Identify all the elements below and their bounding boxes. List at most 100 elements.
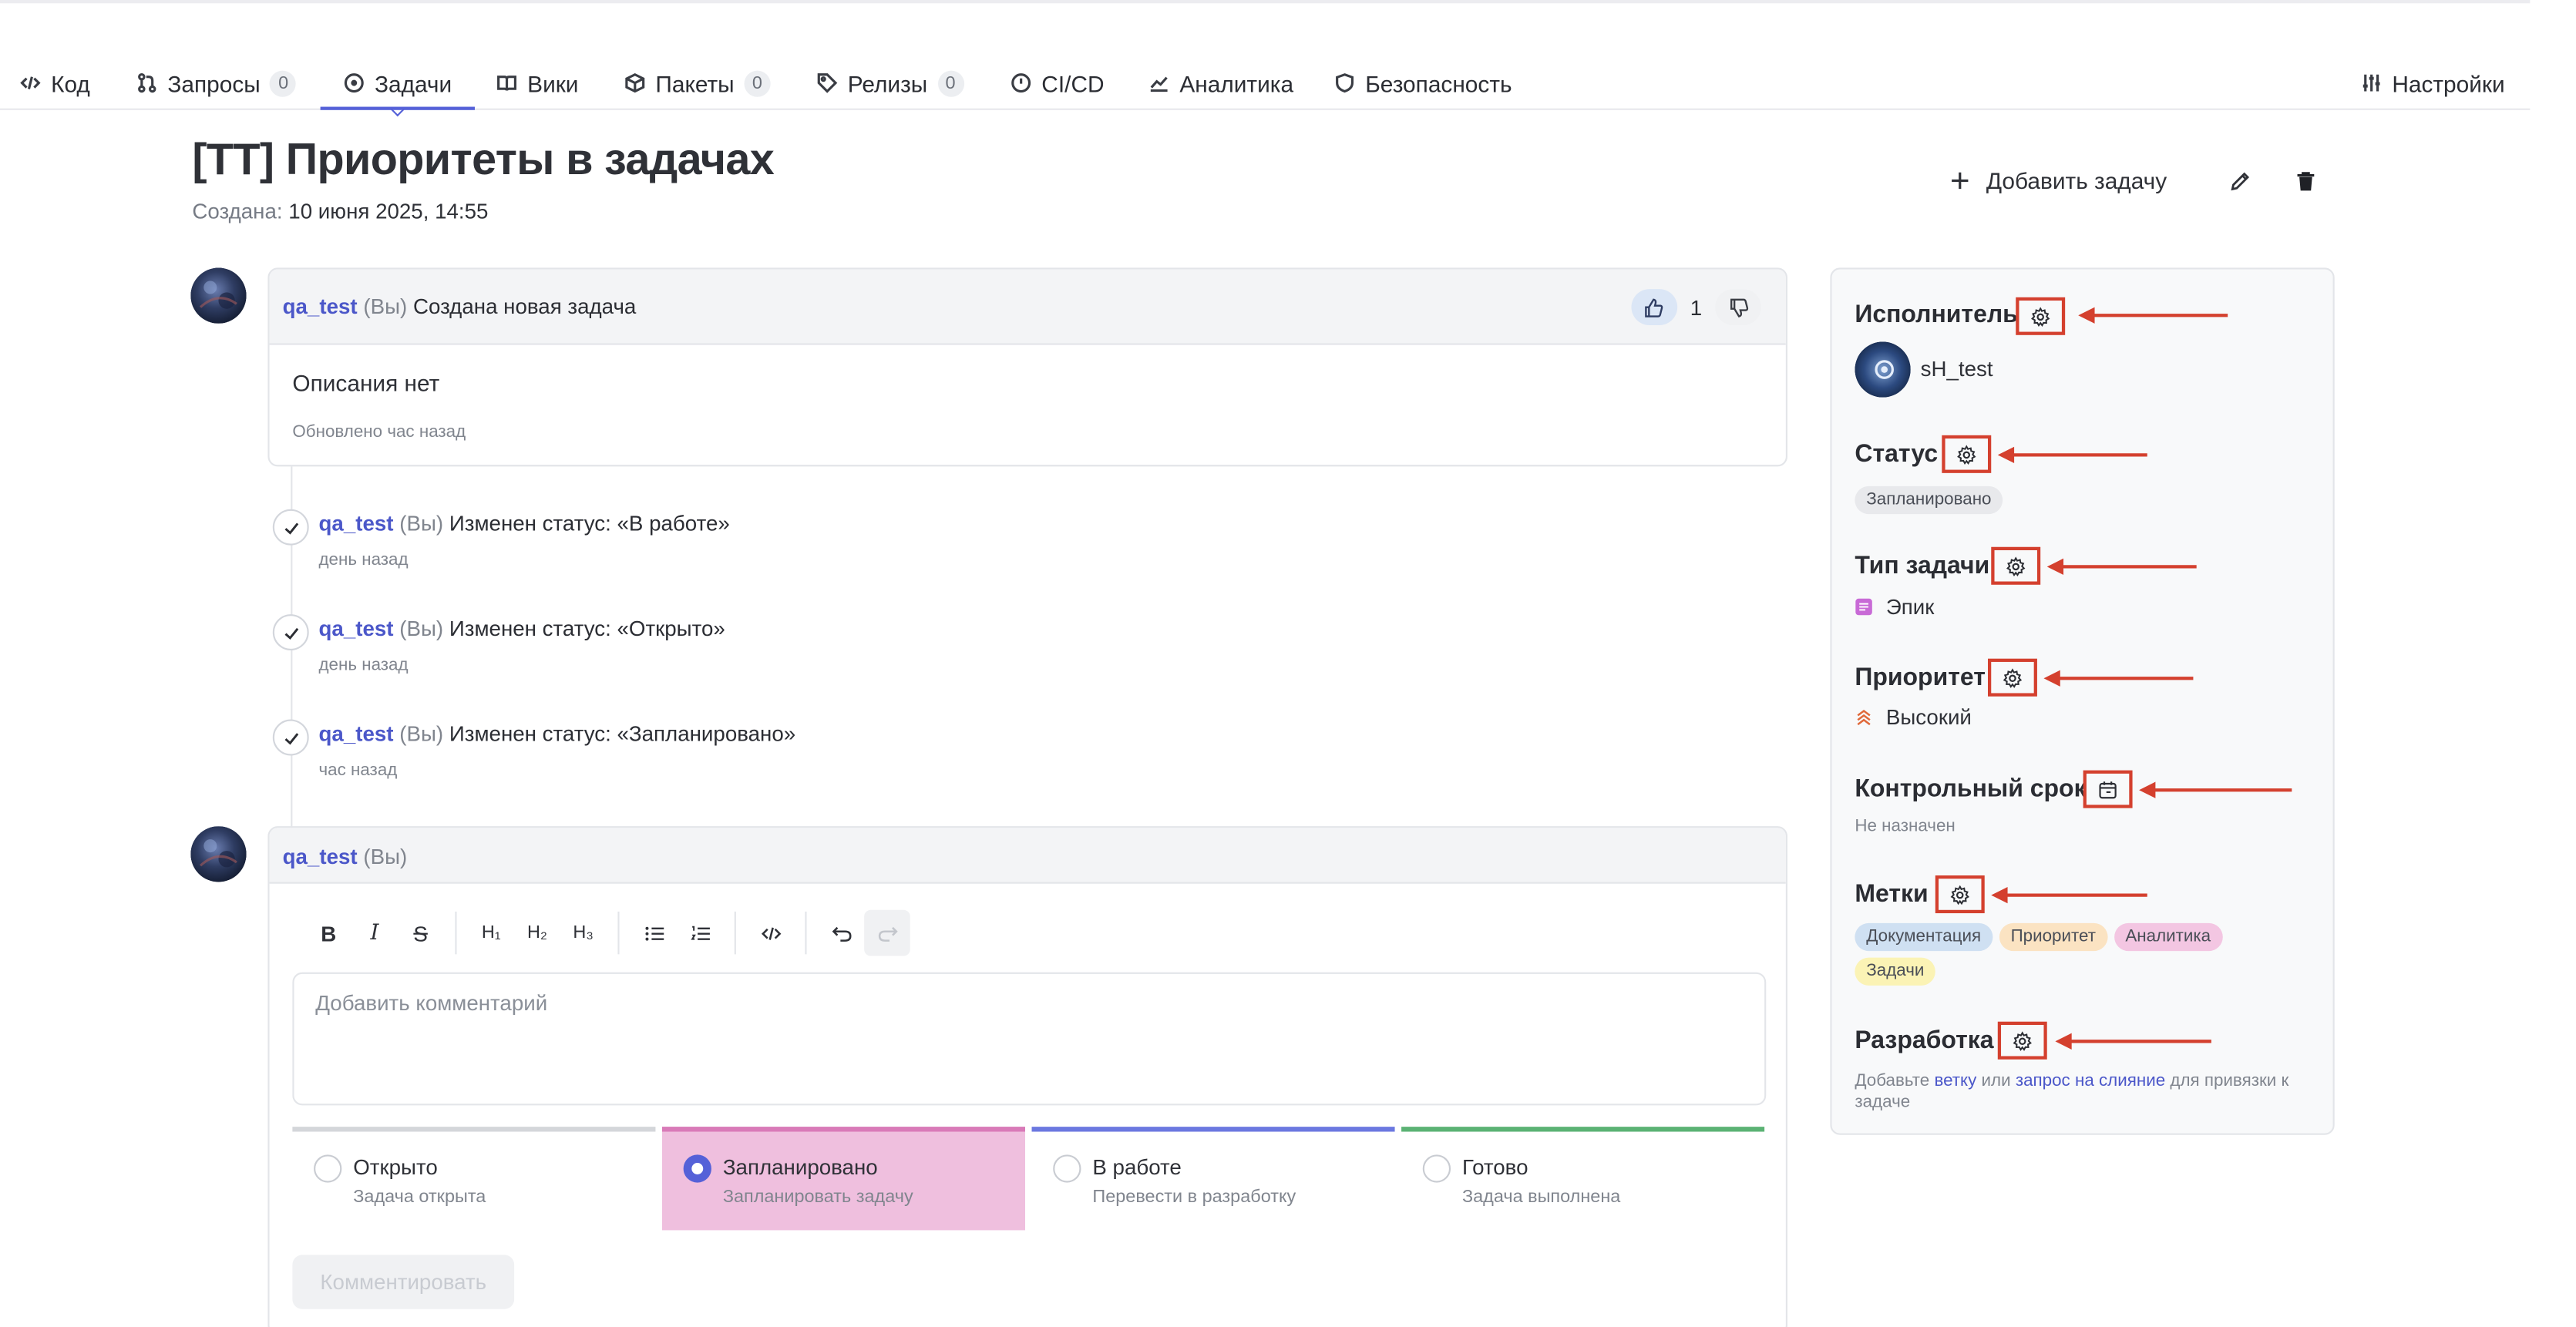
- italic-button[interactable]: I: [351, 910, 398, 956]
- pipeline-icon: [1011, 73, 1031, 93]
- tab-analytics[interactable]: Аналитика: [1148, 58, 1293, 109]
- task-type-settings-button[interactable]: [1991, 546, 2041, 585]
- tab-label: Безопасность: [1365, 69, 1512, 96]
- task-type-value: Эпик: [1855, 595, 1934, 620]
- author-link[interactable]: qa_test: [283, 845, 358, 869]
- deadline-settings-button[interactable]: [2083, 770, 2133, 808]
- event-text: qa_test (Вы) Изменен статус: «Запланиров…: [318, 721, 795, 746]
- status-name: Запланировано: [722, 1154, 878, 1180]
- comment-submit-button[interactable]: Комментировать: [292, 1255, 515, 1309]
- delete-button[interactable]: [2285, 161, 2325, 200]
- development-title: Разработка: [1855, 1026, 1994, 1055]
- assignee-avatar[interactable]: [1855, 341, 1911, 398]
- tab-label: CI/CD: [1041, 69, 1105, 96]
- event-user-link[interactable]: qa_test: [318, 721, 393, 746]
- check-icon: [284, 627, 298, 639]
- author-link[interactable]: qa_test: [283, 294, 358, 319]
- bold-icon: B: [321, 920, 337, 946]
- dislike-button[interactable]: [1715, 289, 1761, 326]
- strikethrough-icon: S: [413, 920, 428, 946]
- code-icon: [20, 76, 41, 89]
- labels-list: Документация Приоритет Аналитика Задачи: [1855, 922, 2282, 986]
- priority-title: Приоритет: [1855, 664, 1986, 692]
- label-badge[interactable]: Аналитика: [2114, 922, 2223, 952]
- status-radio[interactable]: [1422, 1154, 1451, 1183]
- chart-icon: [1150, 76, 1168, 92]
- tab-releases[interactable]: Релизы 0: [816, 58, 964, 109]
- deadline-title: Контрольный срок: [1855, 775, 2087, 804]
- gear-icon: [2003, 667, 2023, 687]
- settings-link[interactable]: Настройки: [2361, 58, 2505, 109]
- annotation-arrow: [1997, 446, 2147, 464]
- merge-request-link[interactable]: запрос на слияние: [2016, 1071, 2165, 1091]
- tab-cicd[interactable]: CI/CD: [1011, 58, 1105, 109]
- like-button[interactable]: [1630, 289, 1677, 326]
- merge-request-icon: [138, 72, 156, 93]
- heading1-button[interactable]: H₁: [468, 910, 514, 956]
- formatting-toolbar: B I S H₁ H₂ H₃: [305, 909, 910, 956]
- development-settings-button[interactable]: [1997, 1021, 2047, 1060]
- strike-button[interactable]: S: [398, 910, 444, 956]
- event-user-link[interactable]: qa_test: [318, 616, 393, 640]
- votes: 1: [1630, 287, 1761, 327]
- gear-icon: [1957, 444, 1976, 464]
- label-badge[interactable]: Документация: [1855, 922, 1993, 952]
- tab-requests[interactable]: Запросы 0: [136, 58, 297, 109]
- tab-security[interactable]: Безопасность: [1334, 58, 1512, 109]
- tab-code[interactable]: Код: [20, 58, 90, 109]
- undo-button[interactable]: [818, 910, 864, 956]
- settings-label: Настройки: [2392, 69, 2505, 96]
- description-action: Создана новая задача: [412, 294, 637, 319]
- issue-sidebar: Исполнитель sH_test Статус Запланировано…: [1830, 267, 2335, 1135]
- you-marker: (Вы): [399, 510, 444, 536]
- bold-button[interactable]: B: [305, 910, 351, 956]
- annotation-arrow: [2043, 670, 2194, 687]
- epic-icon: [1855, 598, 1872, 616]
- add-task-button[interactable]: Добавить задачу: [1950, 158, 2167, 204]
- annotation-arrow: [2078, 307, 2228, 324]
- heading2-icon: H₂: [526, 922, 547, 943]
- redo-button[interactable]: [864, 909, 910, 956]
- label-badge[interactable]: Задачи: [1855, 957, 1936, 986]
- branch-link[interactable]: ветку: [1934, 1071, 1976, 1091]
- tab-count-badge: 0: [270, 69, 297, 96]
- book-icon: [497, 76, 517, 91]
- status-radio[interactable]: [314, 1154, 342, 1183]
- status-radio[interactable]: [1053, 1154, 1081, 1183]
- status-settings-button[interactable]: [1942, 435, 1992, 473]
- status-option-planned[interactable]: Запланировано Запланировать задачу: [661, 1127, 1025, 1231]
- heading3-button[interactable]: H₃: [560, 910, 607, 956]
- bullet-list-button[interactable]: [631, 910, 677, 956]
- toolbar-divider: [805, 911, 807, 955]
- event-check-icon: [272, 614, 309, 651]
- tab-wiki[interactable]: Вики: [496, 58, 578, 109]
- status-radio[interactable]: [683, 1154, 711, 1183]
- heading2-button[interactable]: H₂: [514, 910, 560, 956]
- edit-button[interactable]: [2220, 161, 2259, 200]
- gear-icon: [2030, 306, 2050, 326]
- avatar-image: [1855, 341, 1911, 398]
- numbered-list-button[interactable]: [677, 910, 723, 956]
- comment-input[interactable]: Добавить комментарий: [292, 972, 1767, 1106]
- tab-packages[interactable]: Пакеты 0: [624, 58, 771, 109]
- you-marker: (Вы): [363, 844, 408, 869]
- pencil-icon: [2230, 171, 2248, 190]
- avatar[interactable]: [190, 267, 247, 324]
- avatar[interactable]: [190, 826, 247, 882]
- comment-placeholder: Добавить комментарий: [315, 990, 548, 1016]
- code-icon: [760, 926, 781, 939]
- tab-issues[interactable]: Задачи: [320, 58, 476, 110]
- assignee-settings-button[interactable]: [2016, 297, 2066, 335]
- priority-settings-button[interactable]: [1987, 658, 2037, 697]
- status-option-open[interactable]: Открыто Задача открыта: [292, 1127, 656, 1230]
- italic-icon: I: [370, 920, 379, 946]
- label-badge[interactable]: Приоритет: [1999, 922, 2107, 952]
- heading1-icon: H₁: [481, 922, 501, 943]
- assignee-name[interactable]: sH_test: [1921, 357, 1993, 381]
- status-badge: Запланировано: [1855, 485, 2003, 515]
- labels-settings-button[interactable]: [1935, 875, 1985, 914]
- status-option-in-progress[interactable]: В работе Перевести в разработку: [1031, 1127, 1395, 1230]
- event-user-link[interactable]: qa_test: [318, 511, 393, 536]
- status-option-done[interactable]: Готово Задача выполнена: [1401, 1127, 1765, 1230]
- code-button[interactable]: [748, 910, 794, 956]
